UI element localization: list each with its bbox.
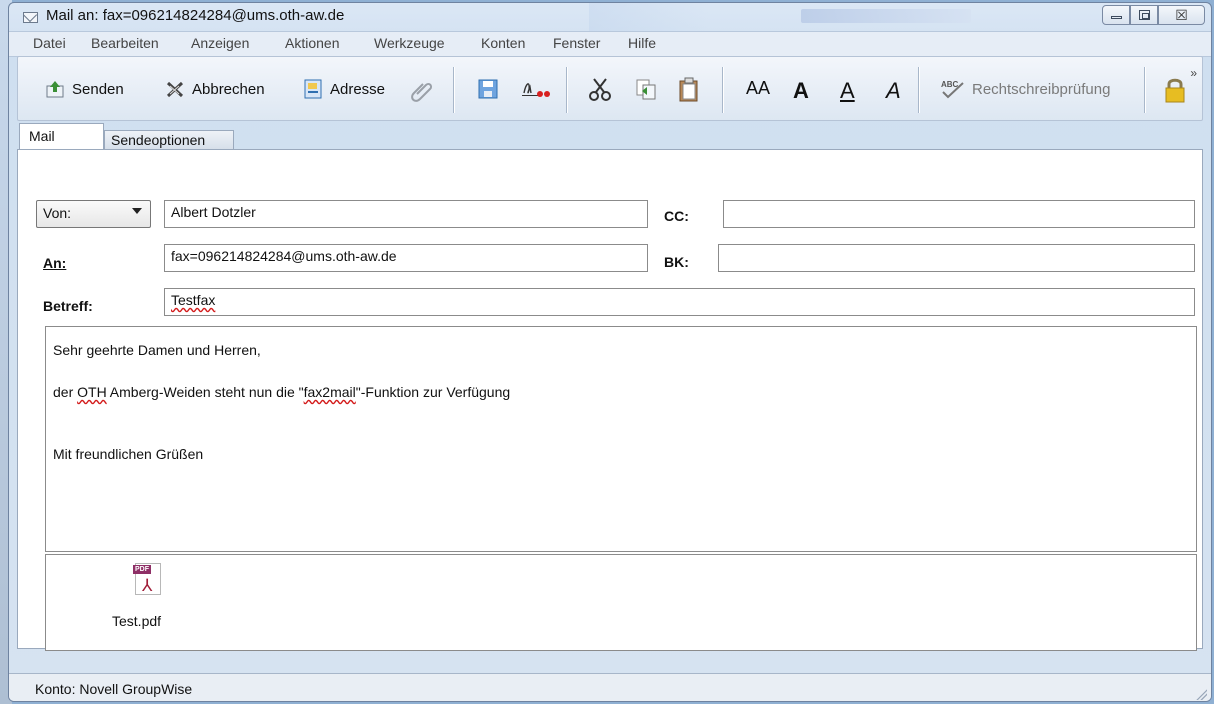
copy-icon xyxy=(636,79,656,100)
security-button[interactable] xyxy=(1160,75,1190,105)
toolbar-separator xyxy=(918,67,919,113)
attachment-area: PDF ⅄ Test.pdf xyxy=(45,554,1197,651)
dropdown-arrow-icon xyxy=(132,208,142,214)
spellcheck-label: Rechtschreibprüfung xyxy=(972,80,1111,98)
lock-icon xyxy=(1165,78,1185,103)
blurred-background-area xyxy=(589,3,709,31)
bcc-label: BK: xyxy=(664,254,689,270)
copy-button[interactable] xyxy=(632,75,662,105)
address-button[interactable]: Adresse xyxy=(302,78,385,100)
send-icon xyxy=(46,81,64,98)
cancel-label: Abbrechen xyxy=(192,80,265,98)
mail-form-panel: Von: Albert Dotzler CC: An: fax=09621482… xyxy=(17,149,1203,651)
maximize-button[interactable] xyxy=(1130,5,1158,25)
tab-mail[interactable]: Mail xyxy=(19,123,104,151)
menu-fenster[interactable]: Fenster xyxy=(553,35,600,51)
close-icon: ☒ xyxy=(1175,7,1188,23)
compose-toolbar: Senden Abbrechen Adresse AA A A A ABC Re… xyxy=(17,56,1203,121)
from-dropdown[interactable]: Von: xyxy=(36,200,151,228)
signature-button[interactable] xyxy=(518,75,550,105)
bold-button[interactable]: A xyxy=(793,78,809,104)
paste-button[interactable] xyxy=(675,75,705,105)
cut-button[interactable] xyxy=(586,75,616,105)
greeting-line: Sehr geehrte Damen und Herren, xyxy=(53,342,261,358)
clipboard-icon xyxy=(679,77,698,102)
envelope-icon xyxy=(23,12,38,23)
body-text-part: Amberg-Weiden steht nun die " xyxy=(106,384,304,400)
from-label: Von: xyxy=(43,205,72,221)
attach-button[interactable] xyxy=(408,75,438,105)
minimize-button[interactable] xyxy=(1102,5,1130,25)
status-bar: Konto: Novell GroupWise xyxy=(9,673,1211,701)
resize-grip-icon[interactable] xyxy=(1195,688,1207,700)
body-text-part: "-Funktion zur Verfügung xyxy=(355,384,511,400)
bcc-field[interactable] xyxy=(718,244,1195,272)
subject-label: Betreff: xyxy=(43,298,93,314)
pdf-badge: PDF xyxy=(133,565,151,574)
message-body[interactable]: Sehr geehrte Damen und Herren, der OTH A… xyxy=(45,326,1197,552)
to-field[interactable]: fax=096214824284@ums.oth-aw.de xyxy=(164,244,648,272)
from-field[interactable]: Albert Dotzler xyxy=(164,200,648,228)
italic-icon: A xyxy=(886,78,901,103)
misspelled-word: fax2mail xyxy=(303,384,356,400)
pdf-file-icon[interactable]: PDF ⅄ xyxy=(133,563,161,595)
cc-label: CC: xyxy=(664,208,689,224)
menu-werkzeuge[interactable]: Werkzeuge xyxy=(374,35,445,51)
close-button[interactable]: ☒ xyxy=(1158,5,1205,25)
menu-datei[interactable]: Datei xyxy=(33,35,66,51)
subject-field[interactable]: Testfax xyxy=(164,288,1195,316)
closing-line: Mit freundlichen Grüßen xyxy=(53,446,204,462)
cancel-button[interactable]: Abbrechen xyxy=(164,78,265,100)
address-label: Adresse xyxy=(330,80,386,98)
misspelled-word: OTH xyxy=(77,384,107,400)
window-title: Mail an: fax=096214824284@ums.oth-aw.de xyxy=(46,7,345,24)
toolbar-separator xyxy=(453,67,454,113)
menu-konten[interactable]: Konten xyxy=(481,35,525,51)
scissors-icon xyxy=(589,78,611,101)
signature-icon xyxy=(522,83,550,97)
attachment-name[interactable]: Test.pdf xyxy=(112,613,161,629)
subject-value: Testfax xyxy=(171,292,216,308)
toolbar-separator xyxy=(566,67,567,113)
underline-icon: A xyxy=(840,78,855,103)
blurred-background-text xyxy=(801,9,971,23)
to-label: An: xyxy=(43,255,67,271)
spellcheck-button[interactable]: ABC Rechtschreibprüfung xyxy=(940,78,1110,100)
spellcheck-icon: ABC xyxy=(941,80,964,99)
save-button[interactable] xyxy=(474,75,504,105)
tab-bar: Mail Sendeoptionen xyxy=(17,123,1203,152)
font-size-button[interactable]: AA xyxy=(746,78,770,99)
window-controls: ☒ xyxy=(1102,5,1205,27)
underline-button[interactable]: A xyxy=(840,78,855,104)
minimize-icon xyxy=(1111,16,1122,19)
bold-icon: A xyxy=(793,78,809,103)
menu-hilfe[interactable]: Hilfe xyxy=(628,35,656,51)
menu-anzeigen[interactable]: Anzeigen xyxy=(191,35,249,51)
menu-bar: Datei Bearbeiten Anzeigen Aktionen Werkz… xyxy=(9,31,1211,57)
svg-text:ABC: ABC xyxy=(941,80,959,89)
cc-field[interactable] xyxy=(723,200,1195,228)
address-book-icon xyxy=(304,79,322,99)
cancel-icon xyxy=(166,81,184,98)
toolbar-separator xyxy=(1144,67,1145,113)
menu-bearbeiten[interactable]: Bearbeiten xyxy=(91,35,159,51)
acrobat-icon: ⅄ xyxy=(142,576,153,595)
mail-compose-window: Mail an: fax=096214824284@ums.oth-aw.de … xyxy=(8,2,1212,702)
paperclip-icon xyxy=(411,82,433,102)
body-line: der OTH Amberg-Weiden steht nun die "fax… xyxy=(53,384,510,400)
toolbar-separator xyxy=(722,67,723,113)
italic-button[interactable]: A xyxy=(886,78,901,104)
more-chevron-icon[interactable]: » xyxy=(1190,66,1197,80)
send-button[interactable]: Senden xyxy=(44,78,124,100)
title-bar[interactable]: Mail an: fax=096214824284@ums.oth-aw.de … xyxy=(9,3,1211,31)
send-label: Senden xyxy=(72,80,124,98)
status-text: Konto: Novell GroupWise xyxy=(35,681,193,697)
body-text-part: der xyxy=(53,384,78,400)
font-size-icon: AA xyxy=(746,78,771,98)
maximize-icon xyxy=(1139,10,1150,20)
save-icon xyxy=(478,79,498,99)
menu-aktionen[interactable]: Aktionen xyxy=(285,35,339,51)
